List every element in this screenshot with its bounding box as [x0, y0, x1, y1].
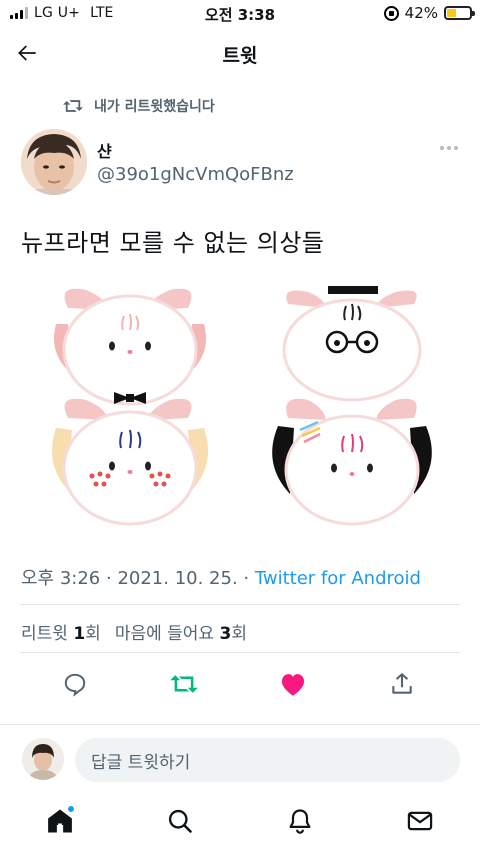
tweet-meta: 오후 3:26 · 2021. 10. 25. · Twitter for An… — [21, 564, 421, 590]
likes-stat[interactable]: 마음에 들어요 3회 — [115, 619, 247, 644]
divider — [20, 652, 460, 653]
avatar-photo — [21, 129, 87, 195]
divider — [20, 604, 460, 605]
current-user-avatar[interactable] — [22, 738, 64, 780]
more-dot-icon — [447, 146, 451, 150]
reply-composer: 답글 트윗하기 — [0, 730, 480, 790]
author-avatar[interactable] — [21, 129, 87, 195]
like-button[interactable] — [275, 666, 311, 702]
tab-search[interactable] — [163, 804, 197, 838]
reply-input[interactable]: 답글 트윗하기 — [75, 738, 460, 782]
more-dot-icon — [454, 146, 458, 150]
tweet-date: 2021. 10. 25. — [117, 568, 238, 589]
retweet-context[interactable]: 내가 리트윗했습니다 — [62, 96, 215, 116]
search-icon — [168, 809, 192, 833]
retweet-icon — [170, 675, 198, 693]
share-icon — [392, 673, 412, 694]
battery-percent: 42% — [404, 4, 438, 22]
tweet-time: 오후 3:26 — [21, 568, 101, 589]
notification-dot — [67, 805, 75, 813]
bottom-tab-bar — [0, 794, 480, 850]
retweet-context-label: 내가 리트윗했습니다 — [94, 99, 215, 115]
character-hairpin — [272, 398, 432, 526]
meta-separator: · — [237, 568, 255, 589]
tweet-source-link[interactable]: Twitter for Android — [255, 568, 421, 589]
avatar-photo — [22, 738, 64, 780]
heart-icon — [281, 674, 305, 696]
author-name[interactable]: 샨 — [97, 138, 112, 162]
retweet-button[interactable] — [166, 666, 202, 702]
more-options-button[interactable] — [440, 146, 458, 150]
divider — [0, 724, 480, 725]
retweets-unit: 회 — [85, 624, 101, 644]
meta-separator: · — [100, 568, 118, 589]
tab-messages[interactable] — [403, 804, 437, 838]
tweet-actions — [0, 666, 480, 702]
status-bar: LG U+ LTE 오전 3:38 42% — [0, 0, 480, 28]
more-dot-icon — [440, 146, 444, 150]
character-glasses — [282, 286, 422, 402]
mail-icon — [407, 811, 433, 831]
rotation-lock-icon — [383, 5, 399, 21]
likes-label: 마음에 들어요 — [114, 624, 215, 644]
author-handle[interactable]: @39o1gNcVmQoFBnz — [97, 164, 294, 185]
likes-count: 3 — [219, 624, 232, 644]
battery-icon — [444, 6, 475, 20]
tab-home[interactable] — [43, 804, 77, 838]
retweets-count: 1 — [73, 624, 86, 644]
character-illustrations — [52, 286, 432, 526]
character-hearts — [52, 398, 208, 526]
page-title: 트윗 — [222, 45, 258, 67]
retweet-icon — [63, 100, 83, 112]
bell-icon — [289, 809, 311, 834]
character-bowtie — [54, 288, 206, 406]
retweets-label: 리트윗 — [21, 624, 68, 644]
reply-icon — [64, 673, 86, 697]
likes-unit: 회 — [231, 624, 247, 644]
retweets-stat[interactable]: 리트윗 1회 — [21, 619, 101, 644]
reply-button[interactable] — [57, 666, 93, 702]
header: 트윗 — [0, 28, 480, 80]
tweet-stats: 리트윗 1회 마음에 들어요 3회 — [21, 619, 247, 644]
tweet-text: 뉴프라면 모를 수 없는 의상들 — [21, 229, 325, 257]
tweet-image[interactable] — [38, 284, 442, 534]
tab-notifications[interactable] — [283, 804, 317, 838]
share-button[interactable] — [384, 666, 420, 702]
status-right: 42% — [383, 4, 475, 22]
